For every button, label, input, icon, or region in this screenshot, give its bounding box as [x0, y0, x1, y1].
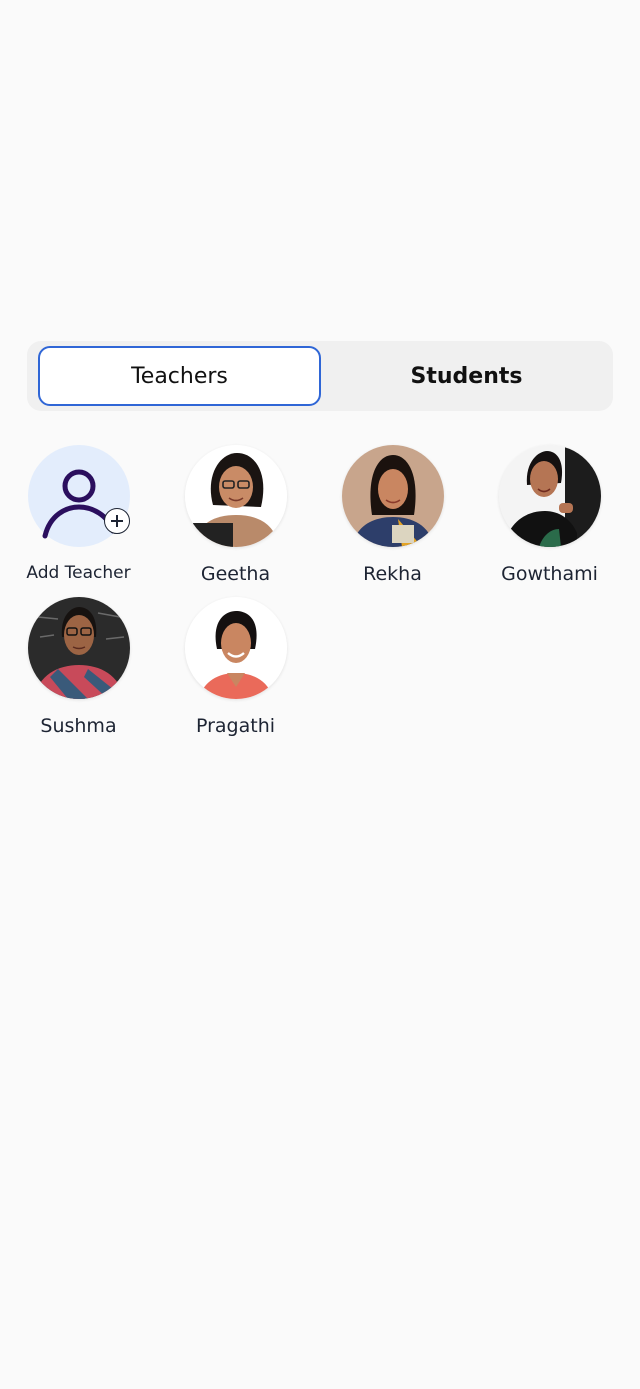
teacher-name: Pragathi — [195, 715, 276, 737]
teacher-card[interactable]: Gowthami — [471, 445, 628, 585]
teacher-name: Geetha — [200, 563, 271, 585]
tab-teachers[interactable]: Teachers — [38, 346, 321, 406]
tab-students[interactable]: Students — [325, 346, 608, 406]
sushma-photo — [27, 597, 130, 699]
add-teacher-label: Add Teacher — [26, 563, 131, 583]
teacher-avatar — [184, 445, 287, 547]
teacher-avatar — [27, 597, 130, 699]
teacher-card[interactable]: Geetha — [157, 445, 314, 585]
geetha-photo — [184, 445, 287, 547]
teacher-student-toggle: Teachers Students — [27, 341, 613, 411]
teacher-name: Rekha — [363, 563, 422, 585]
teacher-avatar — [498, 445, 601, 547]
add-teacher-avatar — [27, 445, 130, 547]
teacher-avatar — [184, 597, 287, 699]
teacher-card[interactable]: Rekha — [314, 445, 471, 585]
teacher-name: Gowthami — [501, 563, 598, 585]
pragathi-photo — [184, 597, 287, 699]
gowthami-photo — [498, 445, 601, 547]
plus-icon — [103, 508, 130, 534]
teacher-card[interactable]: Pragathi — [157, 597, 314, 737]
teacher-avatar — [341, 445, 444, 547]
teacher-name: Sushma — [40, 715, 117, 737]
rekha-photo — [341, 445, 444, 547]
add-teacher-button[interactable]: Add Teacher — [0, 445, 157, 583]
teacher-card[interactable]: Sushma — [0, 597, 157, 737]
